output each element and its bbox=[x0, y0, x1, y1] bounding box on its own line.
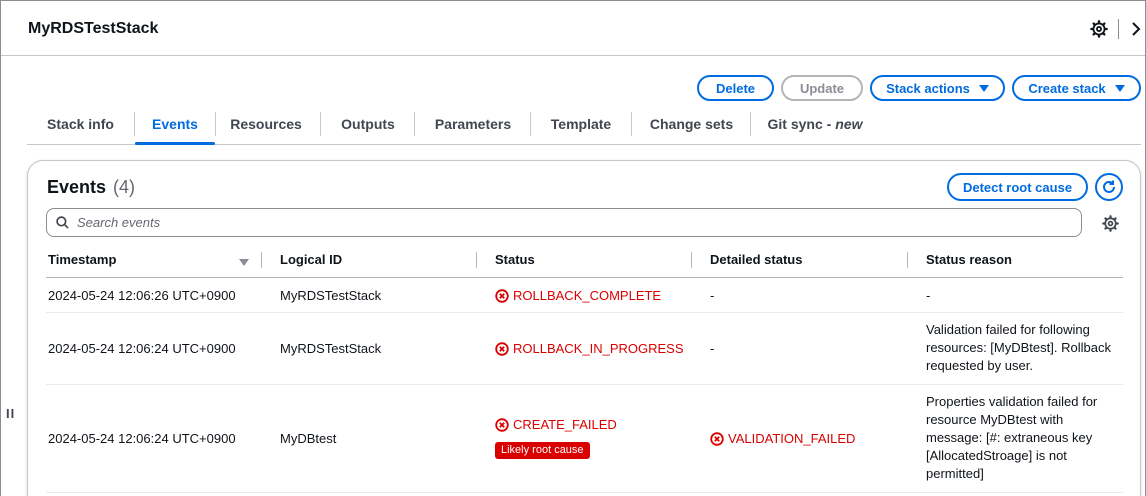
search-input[interactable] bbox=[77, 215, 977, 230]
status-reason-line: Validation failed for following bbox=[926, 322, 1090, 337]
chevron-right-icon[interactable] bbox=[1130, 21, 1142, 37]
status-text: CREATE_FAILED bbox=[513, 417, 617, 432]
events-title: Events (4) bbox=[47, 177, 135, 198]
tab-label: Events bbox=[152, 116, 198, 132]
stack-actions-button[interactable]: Stack actions bbox=[870, 75, 1005, 101]
table-settings-gear-icon[interactable] bbox=[1102, 215, 1119, 232]
stack-title: MyRDSTestStack bbox=[28, 20, 159, 37]
new-tag: new bbox=[835, 116, 863, 132]
top-bar: MyRDSTestStack bbox=[1, 1, 1145, 56]
status-reason-line: requested by user. bbox=[926, 358, 1033, 373]
detailed-status-cell: - bbox=[710, 288, 715, 303]
sort-descending-icon[interactable] bbox=[239, 259, 249, 266]
create-stack-label: Create stack bbox=[1028, 80, 1106, 96]
tab-label: Parameters bbox=[434, 116, 512, 132]
column-header-detailed-status[interactable]: Detailed status bbox=[710, 252, 802, 267]
events-panel: Events (4) Detect root cause Timestamp L… bbox=[27, 160, 1141, 496]
gear-icon[interactable] bbox=[1090, 20, 1108, 38]
tab-separator bbox=[414, 112, 415, 136]
table-row: 2024-05-24 12:06:24 UTC+0900 MyDBtest CR… bbox=[46, 385, 1123, 493]
error-icon bbox=[495, 418, 509, 432]
delete-button-label: Delete bbox=[715, 80, 756, 96]
tab-template[interactable]: Template bbox=[540, 104, 622, 144]
detailed-status-text: VALIDATION_FAILED bbox=[728, 431, 856, 446]
column-resizer[interactable] bbox=[261, 252, 262, 268]
column-resizer[interactable] bbox=[691, 252, 692, 268]
status-text: ROLLBACK_COMPLETE bbox=[513, 288, 662, 303]
tab-separator bbox=[320, 112, 321, 136]
tab-events[interactable]: Events bbox=[135, 104, 215, 145]
tab-git-sync[interactable]: Git sync - new bbox=[760, 104, 870, 144]
stack-actions-label: Stack actions bbox=[886, 80, 970, 96]
error-icon bbox=[495, 342, 509, 356]
search-box[interactable] bbox=[46, 208, 1082, 237]
tab-bar: Stack info Events Resources Outputs Para… bbox=[27, 104, 1141, 145]
events-heading: Events bbox=[47, 177, 107, 197]
status-cell: ROLLBACK_COMPLETE bbox=[495, 287, 661, 305]
status-reason-line: resources: [MyDBtest]. Rollback bbox=[926, 340, 1111, 355]
logical-id-cell: MyDBtest bbox=[280, 431, 337, 446]
detailed-status-cell: VALIDATION_FAILED bbox=[710, 430, 855, 448]
status-reason-cell: Properties validation failed for resourc… bbox=[926, 393, 1097, 483]
tab-label: Template bbox=[550, 116, 612, 132]
tab-separator bbox=[530, 112, 531, 136]
tab-label: Outputs bbox=[341, 116, 395, 132]
status-reason-line: Properties validation failed for bbox=[926, 394, 1098, 409]
tab-label: Change sets bbox=[649, 116, 734, 132]
table-header: Timestamp Logical ID Status Detailed sta… bbox=[46, 241, 1123, 278]
column-header-status-reason[interactable]: Status reason bbox=[926, 252, 1012, 267]
column-resizer[interactable] bbox=[476, 252, 477, 268]
create-stack-button[interactable]: Create stack bbox=[1012, 75, 1141, 101]
column-header-logical-id[interactable]: Logical ID bbox=[280, 252, 342, 267]
detect-root-cause-label: Detect root cause bbox=[962, 179, 1073, 195]
timestamp-cell: 2024-05-24 12:06:26 UTC+0900 bbox=[48, 288, 236, 303]
status-reason-line: message: [#: extraneous key bbox=[926, 430, 1093, 445]
error-icon bbox=[495, 289, 509, 303]
likely-root-cause-badge: Likely root cause bbox=[495, 442, 590, 459]
tab-label: Stack info bbox=[47, 116, 114, 132]
tab-label: Git sync - bbox=[767, 116, 832, 132]
events-count: (4) bbox=[113, 177, 136, 197]
status-reason-line: resource MyDBtest with bbox=[926, 412, 1064, 427]
tab-resources[interactable]: Resources bbox=[222, 104, 310, 144]
column-header-status[interactable]: Status bbox=[495, 252, 535, 267]
search-icon bbox=[56, 216, 69, 229]
update-button-label: Update bbox=[799, 80, 845, 96]
status-reason-cell: - bbox=[926, 288, 931, 303]
caret-down-icon bbox=[978, 84, 989, 92]
column-resizer[interactable] bbox=[907, 252, 908, 268]
logical-id-cell: MyRDSTestStack bbox=[280, 341, 382, 356]
status-reason-cell: Validation failed for following resource… bbox=[926, 321, 1111, 375]
tab-separator bbox=[750, 112, 751, 136]
status-reason-line: permitted] bbox=[926, 466, 984, 481]
status-reason-line: [AllocatedStroage] is not bbox=[926, 448, 1067, 463]
delete-button[interactable]: Delete bbox=[697, 75, 774, 101]
status-cell: CREATE_FAILED Likely root cause bbox=[495, 416, 617, 459]
error-icon bbox=[710, 432, 724, 446]
timestamp-cell: 2024-05-24 12:06:24 UTC+0900 bbox=[48, 431, 236, 446]
tab-parameters[interactable]: Parameters bbox=[423, 104, 523, 144]
timestamp-cell: 2024-05-24 12:06:24 UTC+0900 bbox=[48, 341, 236, 356]
detailed-status-cell: - bbox=[710, 341, 715, 356]
tab-change-sets[interactable]: Change sets bbox=[642, 104, 741, 144]
logical-id-cell: MyRDSTestStack bbox=[280, 288, 382, 303]
drag-handle-icon[interactable]: II bbox=[6, 406, 15, 421]
update-button[interactable]: Update bbox=[781, 75, 863, 101]
divider bbox=[1118, 19, 1119, 39]
detect-root-cause-button[interactable]: Detect root cause bbox=[947, 173, 1088, 201]
tab-label: Resources bbox=[230, 116, 302, 132]
status-line: CREATE_FAILED bbox=[495, 416, 617, 434]
column-header-timestamp[interactable]: Timestamp bbox=[48, 252, 116, 267]
table-row: 2024-05-24 12:06:24 UTC+0900 MyRDSTestSt… bbox=[46, 313, 1123, 385]
table-row: 2024-05-24 12:06:26 UTC+0900 MyRDSTestSt… bbox=[46, 278, 1123, 313]
refresh-button[interactable] bbox=[1095, 173, 1123, 201]
refresh-icon bbox=[1103, 180, 1115, 193]
caret-down-icon bbox=[1114, 84, 1125, 92]
tab-separator bbox=[631, 112, 632, 136]
status-text: ROLLBACK_IN_PROGRESS bbox=[513, 341, 684, 356]
tab-separator bbox=[215, 112, 216, 136]
status-cell: ROLLBACK_IN_PROGRESS bbox=[495, 340, 684, 358]
tab-stack-info[interactable]: Stack info bbox=[35, 104, 126, 144]
tab-outputs[interactable]: Outputs bbox=[328, 104, 408, 144]
